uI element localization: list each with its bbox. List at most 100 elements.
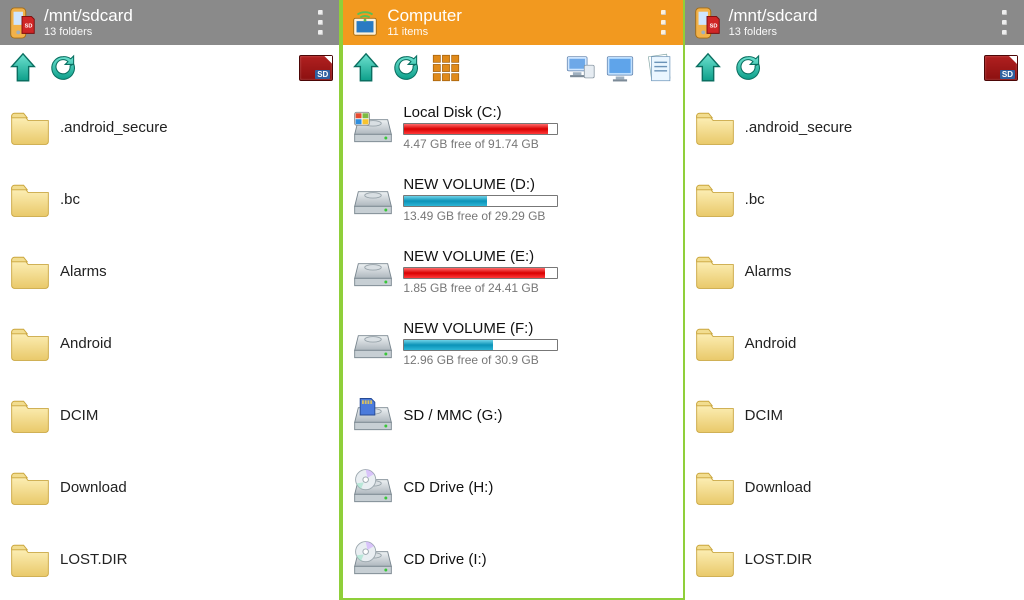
folder-row[interactable]: DCIM bbox=[685, 379, 1024, 451]
panel-header: /mnt/sdcard 13 folders bbox=[0, 0, 339, 45]
docs-button[interactable] bbox=[643, 51, 677, 85]
panel-menu-button[interactable] bbox=[653, 8, 675, 38]
drive-row[interactable]: CD Drive (I:) bbox=[343, 523, 682, 595]
drive-row[interactable]: SD / MMC (G:) bbox=[343, 379, 682, 451]
folder-icon bbox=[8, 321, 52, 365]
drive-label: Local Disk (C:) bbox=[403, 104, 678, 121]
folder-icon bbox=[8, 537, 52, 581]
folder-label: Download bbox=[745, 479, 1020, 496]
panel-2: /mnt/sdcard 13 folders .android_secure .… bbox=[685, 0, 1024, 600]
panel-title-block[interactable]: Computer 11 items bbox=[387, 7, 652, 38]
panel-subtitle: 11 items bbox=[387, 26, 652, 38]
refresh-icon bbox=[46, 51, 80, 85]
folder-label: LOST.DIR bbox=[60, 551, 335, 568]
sd-card-icon bbox=[984, 55, 1018, 81]
panel-header: Computer 11 items bbox=[343, 0, 682, 45]
drive-label: NEW VOLUME (E:) bbox=[403, 248, 678, 265]
monitor-icon bbox=[603, 51, 637, 85]
folder-row[interactable]: .android_secure bbox=[0, 91, 339, 163]
folder-icon bbox=[693, 465, 737, 509]
phone-sd-icon bbox=[693, 7, 721, 39]
monitor-button[interactable] bbox=[603, 51, 637, 85]
folder-label: DCIM bbox=[745, 407, 1020, 424]
file-list[interactable]: .android_secure .bc Alarms Android DCIM … bbox=[685, 91, 1024, 600]
panel-menu-button[interactable] bbox=[309, 8, 331, 38]
folder-row[interactable]: Download bbox=[685, 451, 1024, 523]
panel-subtitle: 13 folders bbox=[729, 26, 994, 38]
folder-label: Alarms bbox=[745, 263, 1020, 280]
hdd-icon bbox=[351, 321, 395, 365]
up-icon bbox=[349, 51, 383, 85]
folder-row[interactable]: Download bbox=[0, 451, 339, 523]
folder-icon bbox=[693, 393, 737, 437]
folder-row[interactable]: DCIM bbox=[0, 379, 339, 451]
folder-row[interactable]: .bc bbox=[685, 163, 1024, 235]
folder-row[interactable]: Android bbox=[0, 307, 339, 379]
drive-row[interactable]: NEW VOLUME (D:) 13.49 GB free of 29.29 G… bbox=[343, 163, 682, 235]
up-button[interactable] bbox=[6, 51, 40, 85]
folder-label: Android bbox=[745, 335, 1020, 352]
cd-icon bbox=[351, 537, 395, 581]
panel-menu-button[interactable] bbox=[994, 8, 1016, 38]
folder-row[interactable]: Alarms bbox=[685, 235, 1024, 307]
refresh-button[interactable] bbox=[731, 51, 765, 85]
drive-label: CD Drive (H:) bbox=[403, 479, 678, 496]
folder-label: Alarms bbox=[60, 263, 335, 280]
drive-row[interactable]: Local Disk (C:) 4.47 GB free of 91.74 GB bbox=[343, 91, 682, 163]
panel-0: /mnt/sdcard 13 folders .android_secure .… bbox=[0, 0, 341, 600]
panel-title-block[interactable]: /mnt/sdcard 13 folders bbox=[729, 7, 994, 38]
phone-sd-icon bbox=[8, 7, 36, 39]
folder-icon bbox=[8, 393, 52, 437]
grid-button[interactable] bbox=[429, 51, 463, 85]
grid-icon bbox=[429, 51, 463, 85]
refresh-button[interactable] bbox=[389, 51, 423, 85]
folder-label: .android_secure bbox=[745, 119, 1020, 136]
up-button[interactable] bbox=[349, 51, 383, 85]
folder-icon bbox=[693, 249, 737, 293]
drive-row[interactable]: CD Drive (H:) bbox=[343, 451, 682, 523]
folder-row[interactable]: Android bbox=[685, 307, 1024, 379]
sd-storage-button[interactable] bbox=[299, 51, 333, 85]
folder-row[interactable]: .android_secure bbox=[685, 91, 1024, 163]
folder-label: Android bbox=[60, 335, 335, 352]
folder-label: .android_secure bbox=[60, 119, 335, 136]
up-button[interactable] bbox=[691, 51, 725, 85]
sdcard-icon bbox=[351, 393, 395, 437]
refresh-icon bbox=[731, 51, 765, 85]
usage-bar bbox=[403, 195, 558, 207]
drive-label: NEW VOLUME (F:) bbox=[403, 320, 678, 337]
drive-row[interactable]: NEW VOLUME (E:) 1.85 GB free of 24.41 GB bbox=[343, 235, 682, 307]
folder-icon bbox=[693, 177, 737, 221]
folder-label: .bc bbox=[60, 191, 335, 208]
drive-label: CD Drive (I:) bbox=[403, 551, 678, 568]
drive-free-label: 4.47 GB free of 91.74 GB bbox=[403, 137, 678, 151]
sd-card-icon bbox=[299, 55, 333, 81]
toolbar bbox=[343, 45, 682, 91]
toolbar bbox=[685, 45, 1024, 91]
refresh-button[interactable] bbox=[46, 51, 80, 85]
usage-bar bbox=[403, 339, 558, 351]
folder-icon bbox=[693, 537, 737, 581]
file-list[interactable]: Local Disk (C:) 4.47 GB free of 91.74 GB… bbox=[343, 91, 682, 598]
panel-1: Computer 11 items Local Disk (C:) 4.47 G… bbox=[341, 0, 684, 600]
up-icon bbox=[691, 51, 725, 85]
mycomputer-button[interactable] bbox=[563, 51, 597, 85]
drive-free-label: 1.85 GB free of 24.41 GB bbox=[403, 281, 678, 295]
usage-bar bbox=[403, 123, 558, 135]
win-drive-icon bbox=[351, 105, 395, 149]
panel-title-block[interactable]: /mnt/sdcard 13 folders bbox=[44, 7, 309, 38]
folder-row[interactable]: Alarms bbox=[0, 235, 339, 307]
toolbar bbox=[0, 45, 339, 91]
wifi-pc-icon bbox=[351, 7, 379, 39]
folder-row[interactable]: LOST.DIR bbox=[685, 523, 1024, 595]
drive-free-label: 13.49 GB free of 29.29 GB bbox=[403, 209, 678, 223]
folder-icon bbox=[693, 321, 737, 365]
hdd-icon bbox=[351, 177, 395, 221]
drive-label: NEW VOLUME (D:) bbox=[403, 176, 678, 193]
folder-row[interactable]: LOST.DIR bbox=[0, 523, 339, 595]
drive-row[interactable]: NEW VOLUME (F:) 12.96 GB free of 30.9 GB bbox=[343, 307, 682, 379]
file-list[interactable]: .android_secure .bc Alarms Android DCIM … bbox=[0, 91, 339, 600]
folder-row[interactable]: .bc bbox=[0, 163, 339, 235]
sd-storage-button[interactable] bbox=[984, 51, 1018, 85]
docs-icon bbox=[643, 51, 677, 85]
